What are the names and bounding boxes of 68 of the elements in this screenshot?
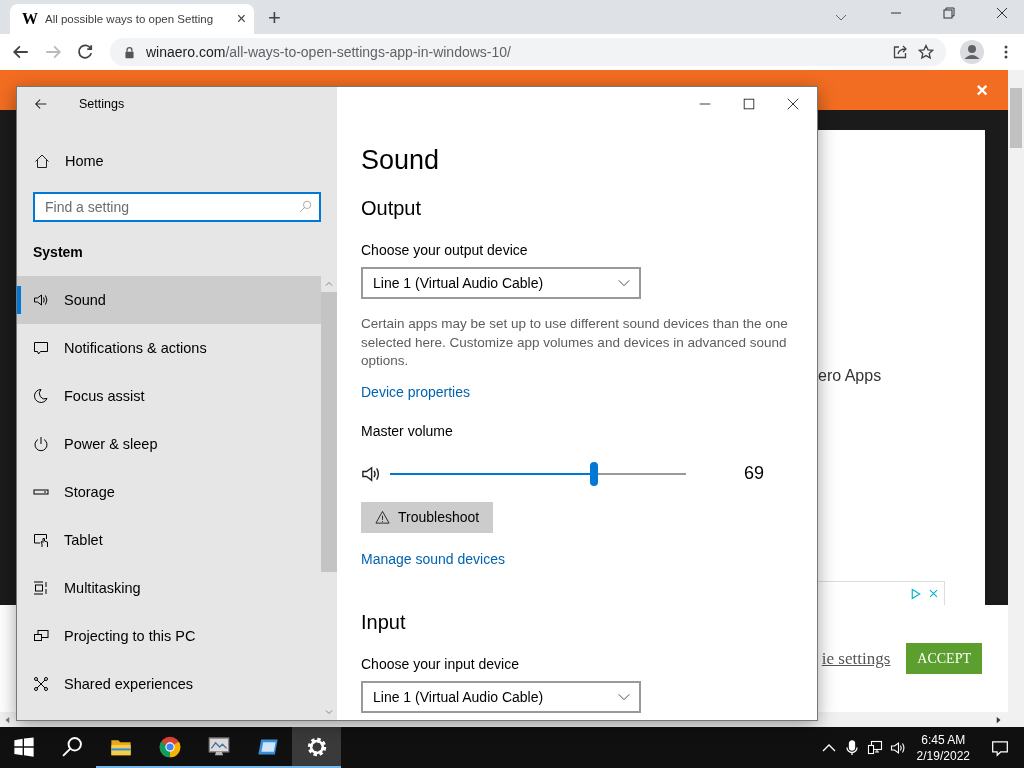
address-bar[interactable]: winaero.com/all-ways-to-open-settings-app-in-windows-10/ [110,38,946,66]
back-icon[interactable] [12,43,30,61]
url-text: winaero.com/all-ways-to-open-settings-app-in-windows-10/ [146,44,511,60]
lock-icon[interactable] [123,45,136,59]
search-field[interactable]: Find a setting [33,192,321,222]
window-title: Settings [79,97,125,111]
power-icon [33,436,49,452]
sidebar-item[interactable]: Tablet [17,516,321,564]
field-label: Choose your output device [361,241,528,260]
close-icon[interactable] [786,97,800,111]
volume-value: 69 [744,463,765,484]
home-item[interactable]: Home [17,145,337,177]
description-text: Certain apps may be set up to use different sound devices than the one selected here. Customize app volumes and devices in advanced sound options. [361,315,789,370]
sidebar-item[interactable]: Notifications & actions [17,324,321,372]
dropdown[interactable]: Line 1 (Virtual Audio Cable) [361,680,641,713]
notification-icon[interactable] [991,738,1009,757]
speech-bubble-icon [33,340,49,356]
section-heading: Output [361,196,422,221]
troubleshoot-button[interactable]: Troubleshoot [361,501,494,533]
sidebar-item[interactable]: Storage [17,468,321,516]
sidebar-item[interactable]: Focus assist [17,372,321,420]
field-label: Master volume [361,421,453,441]
warning-icon [375,509,390,525]
tab-title: All possible ways to open Setting [45,13,215,25]
sidebar-item[interactable]: Sound [17,276,321,324]
favicon: W [22,10,38,28]
section-heading: System [33,243,84,262]
slider-thumb[interactable] [590,461,599,486]
manage-devices-link[interactable]: Manage sound devices [361,548,505,569]
restore-icon[interactable] [941,4,957,21]
sidebar-item[interactable]: Power & sleep [17,420,321,468]
clock[interactable]: 6:45 AM 2/19/2022 [916,731,970,764]
reload-icon[interactable] [76,43,94,61]
maximize-icon[interactable] [742,97,756,111]
start-icon [13,735,35,758]
settings-icon [305,735,328,758]
dropdown[interactable]: Line 1 (Virtual Audio Cable) [361,267,641,299]
sidebar-item[interactable]: Multitasking [17,564,321,612]
multitasking-icon [33,580,49,596]
avatar-icon[interactable] [960,40,984,64]
monitor-icon [207,735,230,758]
browser-tab[interactable]: W All possible ways to open Setting × [10,4,254,34]
search-icon [61,735,83,758]
share-icon[interactable] [892,44,908,60]
close-tab-button[interactable]: × [236,10,246,28]
new-tab-button[interactable]: + [268,5,281,31]
projector-icon [33,628,49,644]
tablet-touch-icon [33,532,49,548]
sidebar-item[interactable]: Shared experiences [17,660,321,708]
speaker-icon[interactable] [889,739,906,756]
taskbar-button[interactable] [292,727,341,768]
card-text: ero Apps [818,367,883,385]
moon-icon [33,388,49,404]
scrollbar[interactable] [1008,70,1024,712]
network-icon [33,676,49,692]
device-properties-link[interactable]: Device properties [361,381,470,402]
star-icon[interactable] [918,44,934,60]
section-heading: Input [361,609,406,635]
field-label: Choose your input device [361,654,519,674]
speaker-icon [33,292,49,308]
back-icon[interactable] [34,97,48,111]
network-icon[interactable] [866,739,883,756]
browser-icon [158,735,181,758]
page-title: Sound [361,144,440,177]
home-icon [34,153,50,169]
volume-slider[interactable] [390,461,686,486]
cookie-settings-link[interactable]: ie settings [821,648,891,669]
sidebar-item[interactable]: Projecting to this PC [17,612,321,660]
